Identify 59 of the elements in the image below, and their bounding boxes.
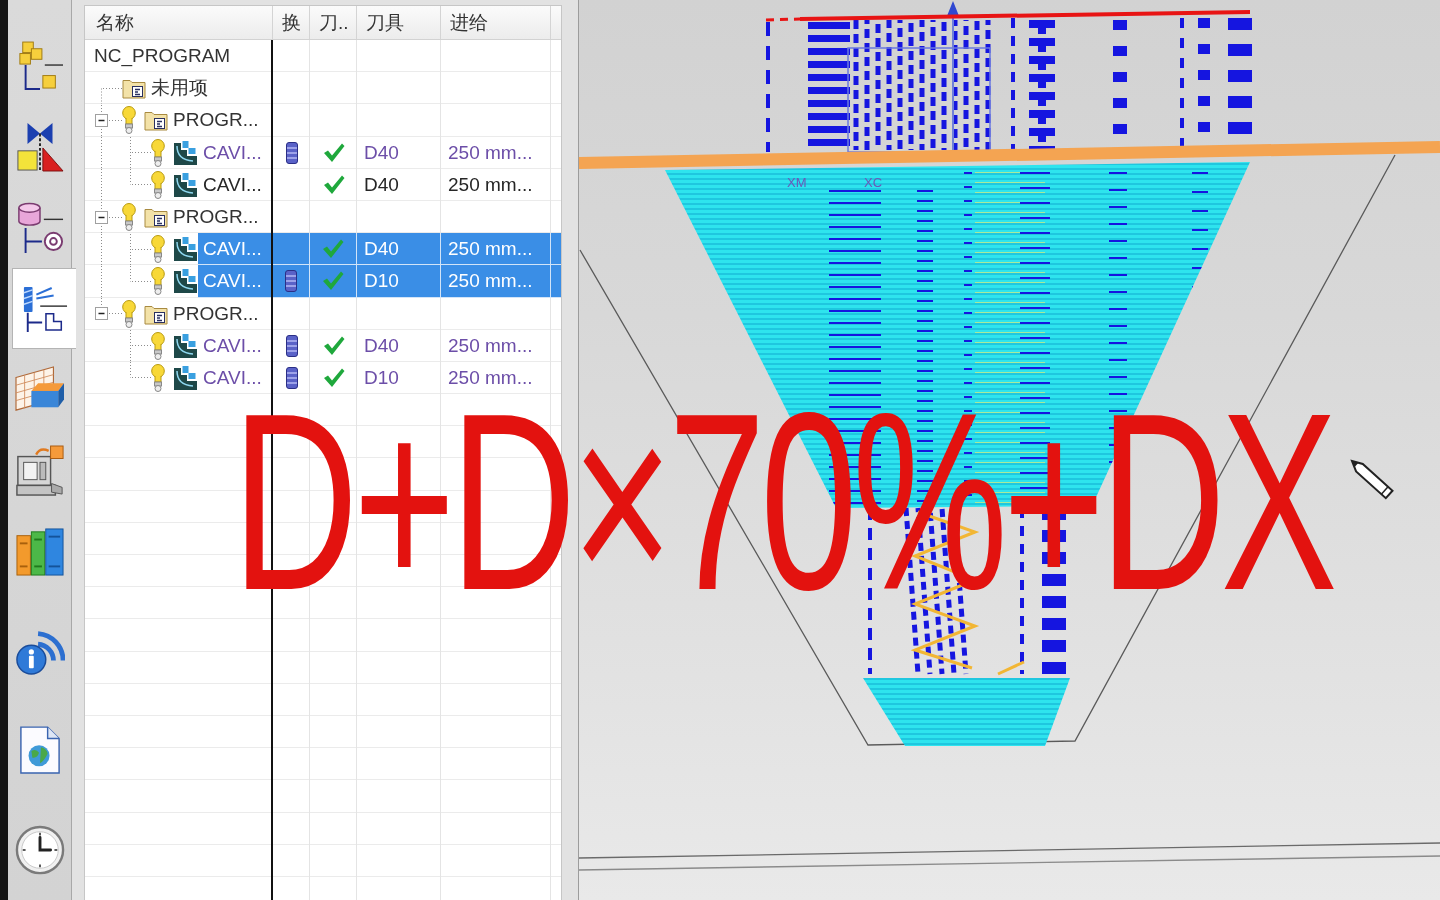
operation-name[interactable]: CAVI... (198, 168, 267, 201)
feed-cell-text: 250 mm... (447, 333, 534, 358)
feed-cell: 250 mm... (441, 265, 551, 298)
program-name[interactable]: PROGR... (168, 297, 264, 330)
grid-box-icon (14, 365, 65, 414)
shapes-icon (15, 121, 64, 172)
table-cell (551, 233, 561, 266)
milling-icon (173, 364, 198, 391)
program-name[interactable]: PROGR... (168, 104, 264, 137)
lightbulb-icon (151, 138, 165, 167)
collapse-toggle[interactable] (95, 113, 108, 127)
tool-tree-icon (21, 284, 68, 333)
lightbulb-icon (122, 299, 136, 328)
folder-icon (122, 77, 146, 100)
collapse-toggle[interactable] (95, 210, 108, 224)
lightbulb-icon (151, 235, 165, 264)
lightbulb-icon (151, 170, 165, 199)
lightbulb-icon (151, 331, 165, 360)
program-name[interactable]: PROGR... (168, 200, 264, 234)
operation-name[interactable]: CAVI... (198, 136, 267, 169)
operation-name[interactable]: CAVI... (198, 329, 267, 362)
table-cell (551, 265, 561, 298)
globe-document-icon (18, 726, 61, 774)
feed-cell-text: 250 mm... (447, 172, 534, 197)
tool-cell-text: D40 (363, 172, 400, 197)
milling-icon (173, 268, 198, 295)
column-header[interactable]: 刀具 (357, 6, 441, 39)
clock-icon (14, 825, 65, 875)
milling-icon (173, 236, 198, 263)
axis-label: XC (864, 175, 883, 190)
books-icon (15, 527, 64, 576)
column-header[interactable]: 换 (273, 6, 310, 39)
lightbulb-icon (151, 267, 165, 296)
tool-cell: D10 (357, 265, 441, 298)
tool-cell-text: D40 (363, 333, 400, 358)
folder-name[interactable]: 未用项 (146, 72, 213, 105)
folder-icon (144, 109, 168, 132)
folder-icon (144, 206, 168, 229)
lightbulb-icon (151, 363, 165, 392)
feed-cell-text: 250 mm... (447, 140, 534, 165)
column-header[interactable]: 进给 (441, 6, 551, 39)
tool-cell: D40 (357, 233, 441, 266)
axis-label: XM (787, 175, 807, 190)
collapse-toggle[interactable] (95, 307, 108, 321)
milling-icon (173, 171, 198, 198)
column-header[interactable]: 名称 (85, 6, 273, 39)
cubes-tree-icon (16, 40, 63, 91)
tool-cell-text: D40 (363, 140, 400, 165)
sidebar-tab[interactable] (12, 268, 76, 349)
lightbulb-icon (122, 203, 136, 232)
column-header[interactable]: 刀.. (310, 6, 357, 39)
root-name[interactable]: NC_PROGRAM (94, 40, 236, 73)
machine-icon (14, 444, 65, 497)
milling-icon (173, 139, 198, 166)
cylinder-tree-icon (15, 201, 64, 254)
milling-icon (173, 332, 198, 359)
pencil-cursor-icon (1350, 459, 1394, 500)
lightbulb-icon (122, 106, 136, 135)
feed-cell: 250 mm... (441, 233, 551, 266)
